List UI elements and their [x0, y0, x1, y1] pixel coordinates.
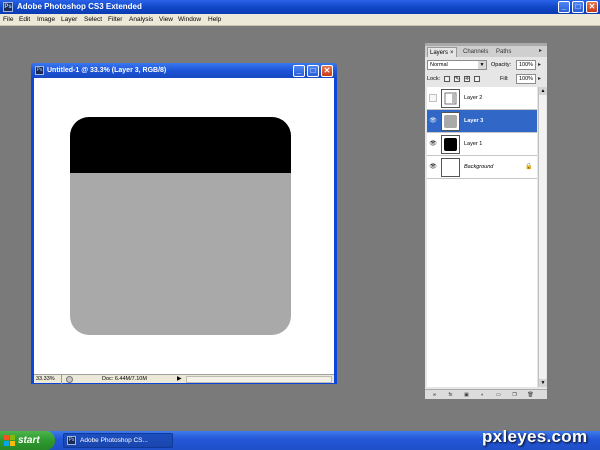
layer-name: Background [464, 164, 494, 170]
menu-file[interactable]: File [3, 16, 13, 24]
layer-thumbnail [441, 112, 460, 131]
layer-row-layer-1[interactable]: 👁 Layer 1 [427, 133, 537, 156]
menu-bar: File Edit Image Layer Select Filter Anal… [0, 14, 600, 26]
eye-icon[interactable]: 👁 [429, 140, 437, 148]
panel-menu-icon[interactable]: ▸ [539, 47, 542, 54]
trash-icon[interactable]: 🗑 [527, 392, 534, 398]
new-layer-icon[interactable]: ❐ [511, 392, 518, 398]
zoom-level[interactable]: 33.33% [36, 375, 62, 384]
fill-field[interactable]: 100% [516, 74, 536, 84]
layer-2-thumbnail-art [444, 92, 457, 105]
opacity-label: Opacity: [491, 62, 512, 68]
layer-name: Layer 1 [464, 141, 483, 147]
blend-mode-value: Normal [430, 62, 448, 68]
layer-name: Layer 3 [464, 118, 484, 124]
fill-slider-arrow-icon[interactable]: ▸ [538, 74, 544, 84]
layer-1-thumbnail-art [444, 138, 457, 151]
scroll-down-icon[interactable]: ▼ [539, 379, 547, 387]
app-title: Adobe Photoshop CS3 Extended [17, 2, 142, 11]
canvas[interactable] [34, 78, 334, 375]
lock-all-icon[interactable] [474, 76, 480, 82]
lock-transparency-icon[interactable] [444, 76, 450, 82]
taskbar-photoshop-button[interactable]: Ps Adobe Photoshop CS... [63, 433, 173, 448]
lock-icon: 🔒 [525, 164, 533, 170]
layers-panel: Layers × Channels Paths ▸ Normal ▼ Opacit… [424, 42, 548, 400]
maximize-button[interactable]: □ [572, 1, 584, 13]
layer-thumbnail [441, 135, 460, 154]
blend-row: Normal ▼ Opacity: 100% ▸ [427, 60, 545, 70]
taskbar-button-label: Adobe Photoshop CS... [80, 437, 148, 444]
menu-filter[interactable]: Filter [108, 16, 122, 24]
lock-label: Lock: [427, 76, 441, 82]
photoshop-icon: Ps [67, 436, 76, 445]
app-title-bar: Ps Adobe Photoshop CS3 Extended _ □ ✕ [0, 0, 600, 14]
tab-paths[interactable]: Paths [494, 47, 513, 57]
document-title-bar[interactable]: Ps Untitled-1 @ 33.3% (Layer 3, RGB/8) _… [31, 63, 337, 78]
link-layers-icon[interactable]: ∞ [431, 392, 438, 398]
layer-3-thumbnail-art [444, 115, 457, 128]
new-group-icon[interactable]: ▭ [495, 392, 502, 398]
lock-image-icon[interactable]: ✎ [454, 76, 460, 82]
minimize-button[interactable]: _ [558, 1, 570, 13]
layer-thumbnail [441, 89, 460, 108]
menu-select[interactable]: Select [84, 16, 102, 24]
blend-mode-select[interactable]: Normal ▼ [427, 60, 487, 70]
photoshop-logo-icon: Ps [3, 2, 13, 12]
layers-panel-footer: ∞ fx ▣ ◐ ▭ ❐ 🗑 [425, 389, 547, 399]
layers-list: Layer 2 👁 Layer 3 👁 Layer 1 👁 Background… [427, 87, 537, 387]
menu-view[interactable]: View [159, 16, 173, 24]
menu-image[interactable]: Image [37, 16, 55, 24]
adjustment-layer-icon[interactable]: ◐ [479, 392, 486, 398]
layer-thumbnail [441, 158, 460, 177]
close-button[interactable]: ✕ [586, 1, 598, 13]
info-icon[interactable] [66, 376, 73, 383]
tab-layers-label: Layers [430, 50, 449, 56]
layer-row-layer-2[interactable]: Layer 2 [427, 87, 537, 110]
layer-name: Layer 2 [464, 95, 483, 101]
menu-edit[interactable]: Edit [19, 16, 30, 24]
menu-layer[interactable]: Layer [61, 16, 77, 24]
fill-label: Fill: [500, 76, 509, 82]
status-menu-arrow-icon[interactable]: ▶ [177, 376, 182, 383]
tab-channels[interactable]: Channels [461, 47, 490, 57]
document-icon: Ps [35, 66, 44, 75]
layers-scrollbar[interactable]: ▲ ▼ [538, 87, 547, 387]
menu-window[interactable]: Window [178, 16, 201, 24]
layer-mask-icon[interactable]: ▣ [463, 392, 470, 398]
layer-row-layer-3[interactable]: 👁 Layer 3 [427, 110, 537, 133]
opacity-field[interactable]: 100% [516, 60, 536, 70]
document-status-bar: 33.33% Doc: 6.44M/7.10M ▶ [34, 374, 334, 384]
start-button[interactable]: start [0, 431, 55, 450]
panel-tabs: Layers × Channels Paths [425, 46, 547, 57]
lock-row: Lock: ✎ ✛ Fill: 100% ▸ [427, 74, 545, 84]
start-label: start [18, 435, 40, 446]
rounded-square-top-band [70, 117, 291, 173]
watermark: pxleyes.com [482, 427, 588, 446]
document-minimize-button[interactable]: _ [293, 65, 305, 77]
tab-close-icon[interactable]: × [450, 50, 454, 56]
layer-row-background[interactable]: 👁 Background 🔒 [427, 156, 537, 179]
scroll-up-icon[interactable]: ▲ [539, 87, 547, 95]
visibility-toggle[interactable] [429, 94, 437, 102]
document-title: Untitled-1 @ 33.3% (Layer 3, RGB/8) [47, 67, 167, 74]
chevron-down-icon: ▼ [478, 61, 486, 69]
lock-position-icon[interactable]: ✛ [464, 76, 470, 82]
eye-icon[interactable]: 👁 [429, 163, 437, 171]
eye-icon[interactable]: 👁 [429, 117, 437, 125]
layer-style-icon[interactable]: fx [447, 392, 454, 398]
document-close-button[interactable]: ✕ [321, 65, 333, 77]
document-window: Ps Untitled-1 @ 33.3% (Layer 3, RGB/8) _… [31, 63, 337, 384]
opacity-slider-arrow-icon[interactable]: ▸ [538, 60, 544, 70]
windows-logo-icon [4, 435, 15, 446]
document-maximize-button[interactable]: □ [307, 65, 319, 77]
horizontal-scrollbar[interactable] [186, 376, 332, 383]
menu-help[interactable]: Help [208, 16, 221, 24]
menu-analysis[interactable]: Analysis [129, 16, 153, 24]
tab-layers[interactable]: Layers × [427, 47, 457, 57]
canvas-artwork [70, 117, 291, 335]
document-size: Doc: 6.44M/7.10M [102, 376, 147, 382]
